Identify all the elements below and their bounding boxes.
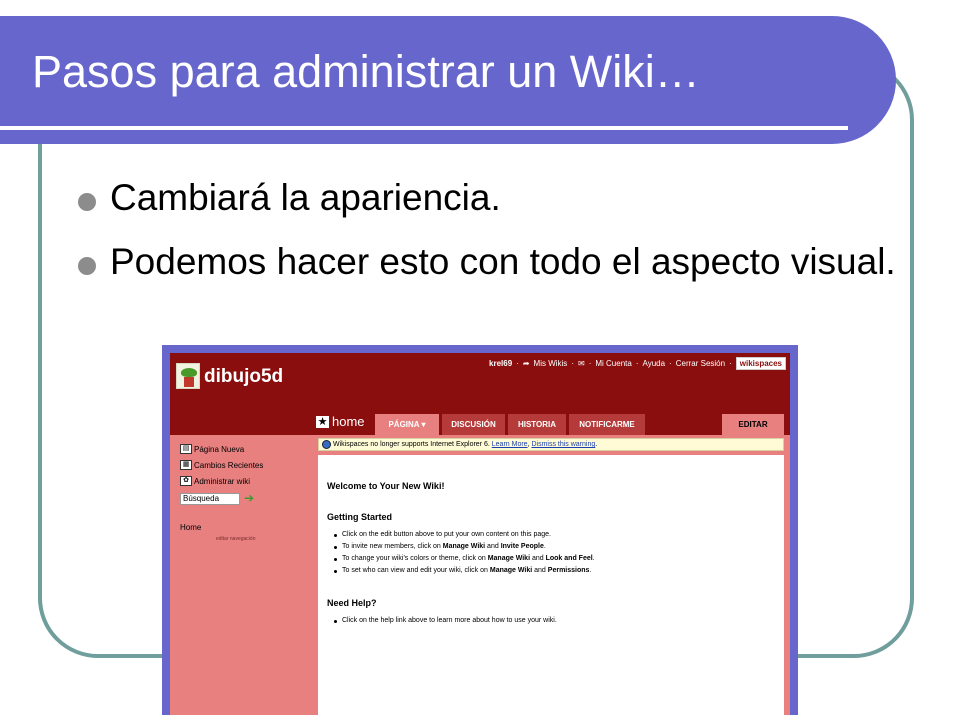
star-icon: ★ xyxy=(316,415,329,428)
notice-text: Wikispaces no longer supports Internet E… xyxy=(333,441,490,448)
manage-wiki-text: Manage Wiki xyxy=(489,567,533,574)
wiki-header: dibujo5d krel69 · ➦ Mis Wikis · ✉ · Mi C… xyxy=(170,353,790,435)
separator: · xyxy=(729,359,732,368)
help-link[interactable]: Ayuda xyxy=(643,359,666,368)
search-go-arrow-icon[interactable]: ➔ xyxy=(244,492,254,504)
manage-wiki-text: Manage Wiki xyxy=(487,555,531,562)
pot-shape xyxy=(184,377,194,387)
separator: · xyxy=(588,359,592,368)
edit-navigation-link[interactable]: editar navegación xyxy=(216,536,255,542)
getting-started-heading: Getting Started xyxy=(327,512,393,522)
list-item-text: Click on the edit button above to put yo… xyxy=(342,531,551,538)
list-item-text: and xyxy=(530,555,546,562)
top-links: krel69 · ➦ Mis Wikis · ✉ · Mi Cuenta · A… xyxy=(489,357,786,370)
list-item: To set who can view and edit your wiki, … xyxy=(333,567,592,574)
list-item: Click on the help link above to learn mo… xyxy=(334,617,557,624)
arrow-icon: ➦ xyxy=(522,359,530,368)
bullet-item: Podemos hacer esto con todo el aspecto v… xyxy=(78,240,908,284)
home-tab-label: home xyxy=(332,414,365,429)
list-item-text: To set who can view and edit your wiki, … xyxy=(342,567,490,574)
tab-notify[interactable]: NOTIFICARME xyxy=(569,414,645,435)
new-page-icon: ▤ xyxy=(180,444,192,454)
list-item-text: . xyxy=(543,543,546,550)
search-input[interactable]: Búsqueda xyxy=(180,493,240,505)
tab-edit[interactable]: EDITAR xyxy=(722,414,784,435)
title-underline xyxy=(0,126,848,130)
need-help-heading: Need Help? xyxy=(327,598,377,608)
bullet-list: Cambiará la apariencia. Podemos hacer es… xyxy=(78,176,908,304)
manage-wiki-text: Manage Wiki xyxy=(442,543,486,550)
info-globe-icon xyxy=(322,440,331,449)
permissions-text: Permissions xyxy=(547,567,590,574)
list-item-text: To invite new members, click on xyxy=(342,543,443,550)
list-item-text: . xyxy=(589,567,592,574)
wiki-screenshot: dibujo5d krel69 · ➦ Mis Wikis · ✉ · Mi C… xyxy=(162,345,798,715)
tab-page[interactable]: PÁGINA ▾ xyxy=(375,414,439,435)
bullet-item: Cambiará la apariencia. xyxy=(78,176,908,220)
my-wikis-link[interactable]: Mis Wikis xyxy=(534,359,568,368)
list-item-text: and xyxy=(532,567,548,574)
calendar-icon: ▦ xyxy=(180,460,192,470)
slide-title: Pasos para administrar un Wiki… xyxy=(32,46,700,97)
sidebar-item-label: Página Nueva xyxy=(194,444,245,454)
bullet-text: Cambiará la apariencia. xyxy=(110,177,501,218)
sidebar-item-manage-wiki[interactable]: ✿ Administrar wiki xyxy=(180,476,250,486)
sidebar-item-new-page[interactable]: ▤ Página Nueva xyxy=(180,444,244,454)
chevron-down-icon: ▾ xyxy=(421,420,426,429)
list-item-text: and xyxy=(485,543,501,550)
bullet-dot-icon xyxy=(78,257,96,275)
welcome-heading: Welcome to Your New Wiki! xyxy=(327,481,445,491)
my-account-link[interactable]: Mi Cuenta xyxy=(595,359,631,368)
plant-logo-icon[interactable] xyxy=(176,363,200,389)
list-item: To change your wiki's colors or theme, c… xyxy=(334,555,595,562)
list-item-text: Click on the help link above to learn mo… xyxy=(342,617,557,624)
learn-more-link[interactable]: Learn More xyxy=(492,441,528,448)
tab-history[interactable]: HISTORIA xyxy=(508,414,566,435)
tab-discussion[interactable]: DISCUSIÓN xyxy=(442,414,505,435)
separator: · xyxy=(669,359,672,368)
list-item: Click on the edit button above to put yo… xyxy=(334,531,551,538)
leaf-shape xyxy=(181,368,197,377)
tab-page-label: PÁGINA xyxy=(388,420,420,429)
sidebar-item-label: Administrar wiki xyxy=(194,476,251,486)
wikispaces-logo[interactable]: wikispaces xyxy=(735,357,786,370)
sidebar-home-link[interactable]: Home xyxy=(180,523,201,532)
sidebar-item-label: Cambios Recientes xyxy=(194,460,264,470)
bullet-text: Podemos hacer esto con todo el aspecto v… xyxy=(110,241,896,282)
list-item-text: To change your wiki's colors or theme, c… xyxy=(342,555,488,562)
bullet-dot-icon xyxy=(78,193,96,211)
site-name[interactable]: dibujo5d xyxy=(204,366,283,388)
mail-icon[interactable]: ✉ xyxy=(578,359,585,368)
username-link[interactable]: krel69 xyxy=(489,359,512,368)
separator: · xyxy=(571,359,574,368)
ie6-warning-banner: Wikispaces no longer supports Internet E… xyxy=(318,438,784,451)
sidebar-item-recent-changes[interactable]: ▦ Cambios Recientes xyxy=(180,460,263,470)
wiki-page: dibujo5d krel69 · ➦ Mis Wikis · ✉ · Mi C… xyxy=(170,353,790,715)
invite-people-text: Invite People xyxy=(500,543,544,550)
list-item: To invite new members, click on Manage W… xyxy=(334,543,546,550)
separator: · xyxy=(635,359,639,368)
wiki-sidebar: ▤ Página Nueva ▦ Cambios Recientes ✿ Adm… xyxy=(170,435,318,715)
look-and-feel-text: Look and Feel xyxy=(545,555,593,562)
dismiss-warning-link[interactable]: Dismiss this warning xyxy=(531,441,595,448)
home-tab[interactable]: ★ home xyxy=(316,414,365,429)
slide: Pasos para administrar un Wiki… Cambiará… xyxy=(0,0,960,720)
logout-link[interactable]: Cerrar Sesión xyxy=(676,359,725,368)
separator: · xyxy=(516,359,519,368)
list-item-text: . xyxy=(592,555,595,562)
gear-icon: ✿ xyxy=(180,476,192,486)
wiki-content: Welcome to Your New Wiki! Getting Starte… xyxy=(318,455,784,715)
